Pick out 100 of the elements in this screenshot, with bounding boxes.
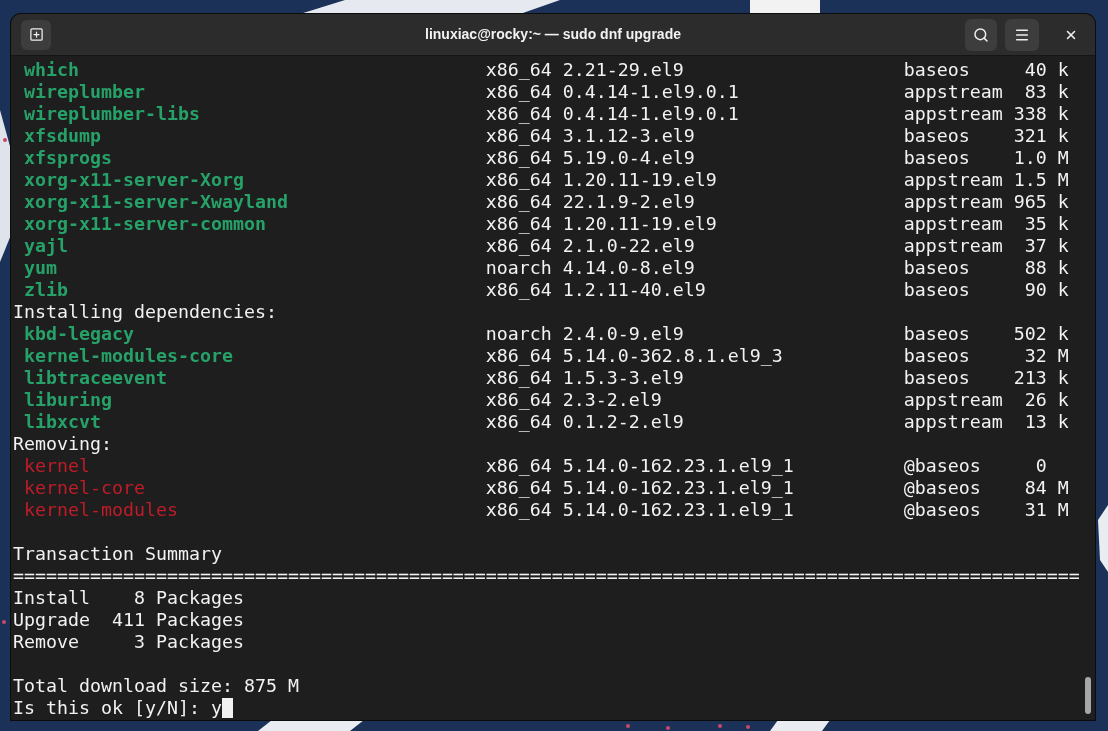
package-name: kernel (24, 455, 90, 476)
package-name: zlib (24, 279, 68, 300)
version-text: 5.14.0-162.23.1.el9_1 (562, 477, 794, 498)
package-name: yum (24, 257, 57, 278)
version-text: 5.14.0-162.23.1.el9_1 (562, 499, 794, 520)
repo-text: appstream (903, 103, 1003, 124)
summary-count: 3 (133, 631, 145, 652)
repo-text: @baseos (903, 499, 981, 520)
repo-text: baseos (903, 257, 970, 278)
size-unit-text: M (1057, 477, 1069, 499)
search-icon (973, 26, 989, 43)
summary-count: 8 (133, 587, 145, 608)
package-name: liburing (24, 389, 112, 410)
size-text: 965 (1013, 191, 1047, 212)
summary-count: 411 (111, 609, 145, 630)
arch-text: x86_64 (485, 169, 552, 190)
repo-text: appstream (903, 191, 1003, 212)
size-text: 88 (1024, 257, 1047, 278)
arch-text: x86_64 (485, 455, 552, 476)
repo-text: baseos (903, 279, 970, 300)
repo-text: appstream (903, 213, 1003, 234)
repo-text: appstream (903, 411, 1003, 432)
size-text: 35 (1024, 213, 1047, 234)
size-text: 338 (1013, 103, 1047, 124)
size-text: 40 (1024, 59, 1047, 80)
size-unit-text: k (1057, 279, 1069, 301)
version-text: 5.14.0-362.8.1.el9_3 (562, 345, 783, 366)
size-text: 502 (1013, 323, 1047, 344)
version-text: 0.4.14-1.el9.0.1 (562, 81, 739, 102)
arch-text: x86_64 (485, 389, 552, 410)
size-unit-text: M (1057, 499, 1069, 521)
arch-text: x86_64 (485, 103, 552, 124)
size-text: 31 (1024, 499, 1047, 520)
version-text: 5.19.0-4.el9 (562, 147, 695, 168)
size-unit-text: k (1057, 81, 1069, 103)
size-text: 84 (1024, 477, 1047, 498)
prompt-text: Is this ok [y/N]: (13, 697, 200, 719)
version-text: 1.20.11-19.el9 (562, 213, 717, 234)
repo-text: baseos (903, 59, 970, 80)
size-text: 13 (1024, 411, 1047, 432)
size-unit-text: k (1057, 191, 1069, 213)
repo-text: baseos (903, 147, 970, 168)
package-name: yajl (24, 235, 68, 256)
arch-text: x86_64 (485, 191, 552, 212)
version-text: 1.5.3-3.el9 (562, 367, 684, 388)
size-unit-text: k (1057, 103, 1069, 125)
new-tab-button[interactable] (21, 19, 51, 50)
package-name: kernel-modules-core (24, 345, 233, 366)
arch-text: noarch (485, 323, 552, 344)
size-text: 90 (1024, 279, 1047, 300)
repo-text: @baseos (903, 477, 981, 498)
arch-text: x86_64 (485, 345, 552, 366)
summary-title: Transaction Summary (13, 543, 222, 565)
package-name: kbd-legacy (24, 323, 134, 344)
version-text: 0.1.2-2.el9 (562, 411, 684, 432)
summary-unit: Packages (155, 609, 244, 631)
package-name: libxcvt (24, 411, 101, 432)
repo-text: appstream (903, 389, 1003, 410)
package-name: xfsprogs (24, 147, 112, 168)
size-unit-text: k (1057, 213, 1069, 235)
arch-text: x86_64 (485, 279, 552, 300)
menu-button[interactable] (1005, 18, 1039, 51)
summary-action: Install (13, 587, 90, 608)
window-title: linuxiac@rocky:~ — sudo dnf upgrade (425, 25, 681, 44)
package-name: which (24, 59, 79, 80)
package-name: xfsdump (24, 125, 101, 146)
arch-text: x86_64 (485, 125, 552, 146)
size-unit-text: k (1057, 125, 1069, 147)
size-unit-text: k (1057, 59, 1069, 81)
summary-action: Upgrade (13, 609, 90, 630)
arch-text: x86_64 (485, 213, 552, 234)
scrollbar-thumb[interactable] (1085, 677, 1091, 714)
size-text: 26 (1024, 389, 1047, 410)
search-button[interactable] (965, 18, 997, 51)
version-text: 2.21-29.el9 (562, 59, 684, 80)
arch-text: x86_64 (485, 147, 552, 168)
section-heading: Removing: (13, 433, 112, 455)
version-text: 5.14.0-162.23.1.el9_1 (562, 455, 794, 476)
rule-line: ================================================================================================= (13, 565, 1080, 587)
download-size-text: Total download size: 875 M (13, 675, 299, 697)
version-text: 0.4.14-1.el9.0.1 (562, 103, 739, 124)
package-name: wireplumber (24, 81, 145, 102)
package-name: kernel-modules (24, 499, 178, 520)
version-text: 2.3-2.el9 (562, 389, 662, 410)
package-name: wireplumber-libs (24, 103, 200, 124)
size-unit-text: M (1057, 345, 1069, 367)
size-unit-text: M (1057, 169, 1069, 191)
version-text: 1.20.11-19.el9 (562, 169, 717, 190)
size-unit-text: k (1057, 257, 1069, 279)
version-text: 4.14.0-8.el9 (562, 257, 695, 278)
arch-text: x86_64 (485, 367, 552, 388)
package-name: xorg-x11-server-Xwayland (24, 191, 288, 212)
package-name: xorg-x11-server-common (24, 213, 266, 234)
arch-text: x86_64 (485, 411, 552, 432)
repo-text: appstream (903, 235, 1003, 256)
arch-text: x86_64 (485, 477, 552, 498)
package-name: kernel-core (24, 477, 145, 498)
repo-text: baseos (903, 367, 970, 388)
arch-text: x86_64 (485, 59, 552, 80)
summary-unit: Packages (155, 587, 244, 609)
